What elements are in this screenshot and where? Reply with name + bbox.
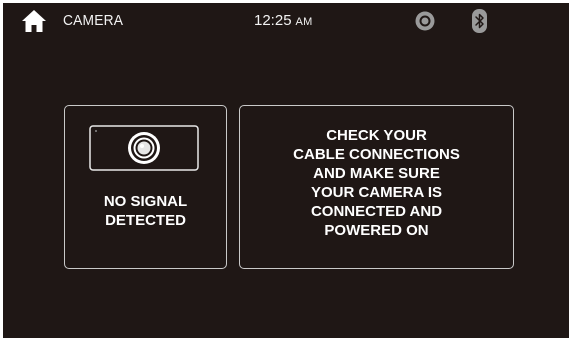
status-bar: CAMERA 12:25 AM bbox=[3, 3, 569, 41]
settings-icon[interactable] bbox=[415, 11, 435, 31]
clock-ampm: AM bbox=[295, 16, 313, 28]
no-signal-message: NO SIGNAL DETECTED bbox=[103, 193, 188, 229]
camera-icon bbox=[89, 125, 199, 171]
app-title: CAMERA bbox=[63, 12, 124, 29]
no-signal-panel: NO SIGNAL DETECTED bbox=[64, 105, 227, 269]
bluetooth-icon[interactable] bbox=[472, 9, 487, 33]
instructions-panel: CHECK YOUR CABLE CONNECTIONS AND MAKE SU… bbox=[239, 105, 514, 269]
camera-screen: CAMERA 12:25 AM NO SIGNAL DETECTED CHECK … bbox=[3, 3, 569, 338]
clock: 12:25 AM bbox=[254, 12, 313, 29]
clock-time: 12:25 bbox=[254, 12, 292, 29]
home-icon[interactable] bbox=[21, 9, 47, 33]
instructions-message: CHECK YOUR CABLE CONNECTIONS AND MAKE SU… bbox=[293, 127, 460, 239]
